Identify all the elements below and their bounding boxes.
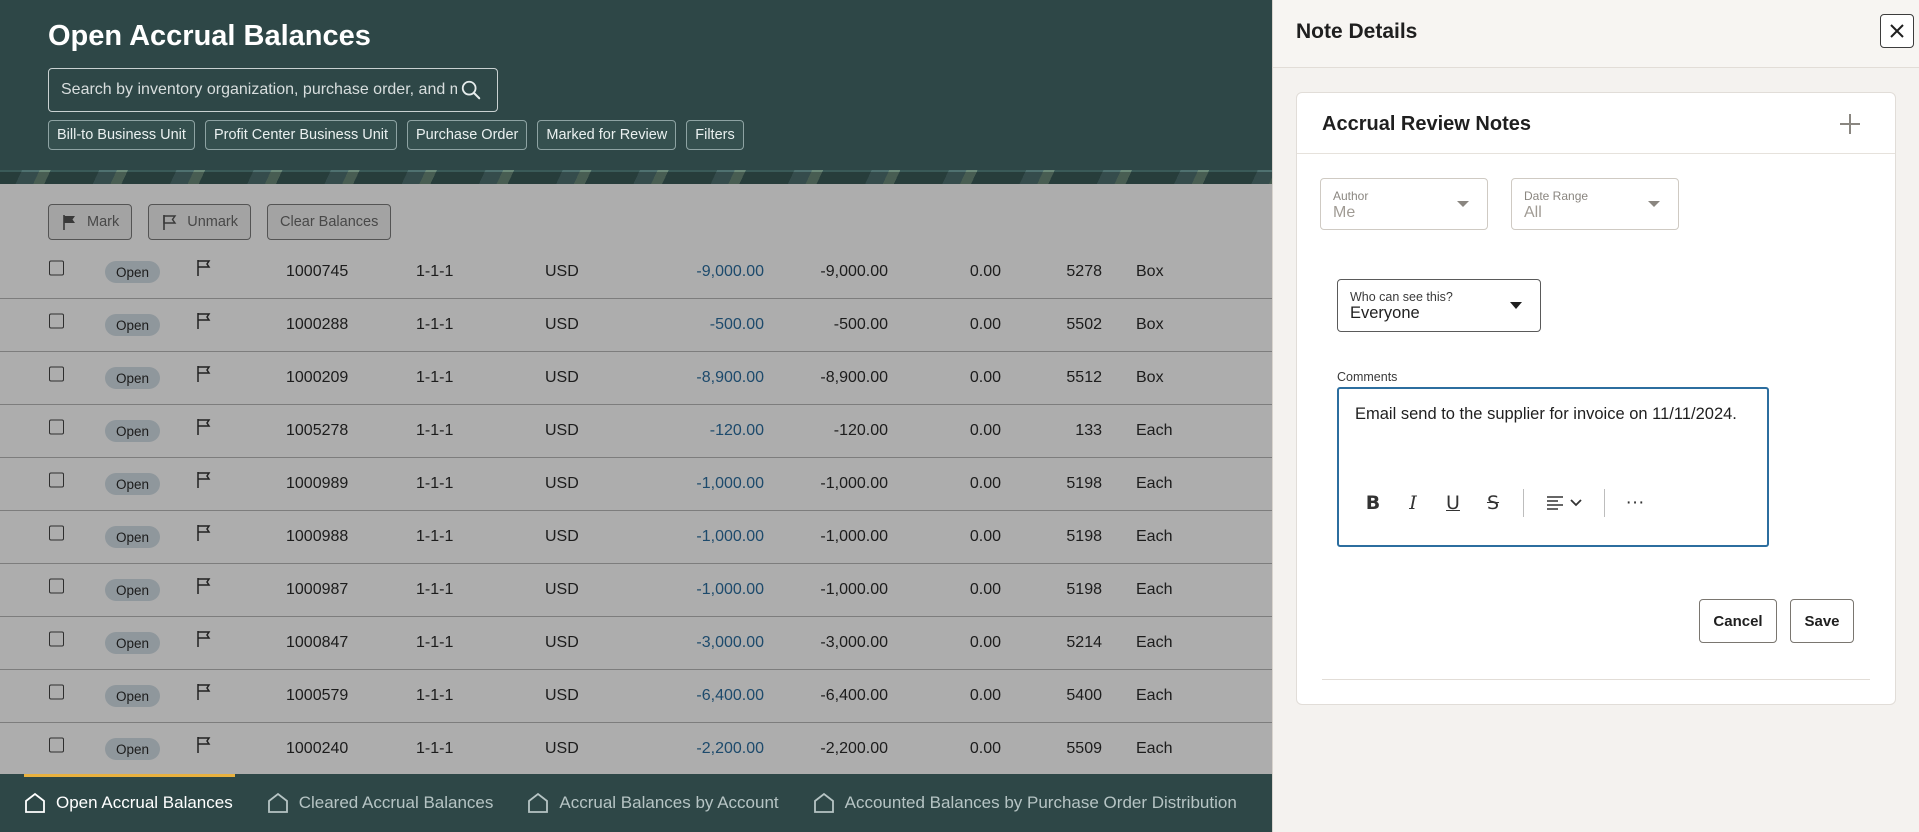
comments-editor[interactable]: Email send to the supplier for invoice o… xyxy=(1337,387,1769,547)
save-button[interactable]: Save xyxy=(1790,599,1854,643)
drawer-header: Note Details xyxy=(1273,0,1919,68)
page-header: Open Accrual Balances Bill-to Business U… xyxy=(0,0,1272,184)
date-range-value: All xyxy=(1524,204,1542,221)
chip-profit-center-business-unit[interactable]: Profit Center Business Unit xyxy=(204,120,398,150)
chevron-down-icon xyxy=(1457,201,1469,207)
date-range-select[interactable]: Date Range All xyxy=(1511,178,1679,230)
editor-toolbar: B I U S ··· xyxy=(1353,489,1655,517)
close-icon xyxy=(1890,24,1904,38)
bottom-nav: Open Accrual Balances Cleared Accrual Ba… xyxy=(0,774,1272,832)
align-left-icon xyxy=(1547,496,1563,510)
comment-text[interactable]: Email send to the supplier for invoice o… xyxy=(1355,405,1737,424)
page-title: Open Accrual Balances xyxy=(48,20,371,52)
modal-scrim xyxy=(0,172,1272,774)
divider xyxy=(1297,153,1895,154)
nav-cleared-accrual-balances[interactable]: Cleared Accrual Balances xyxy=(267,774,494,832)
add-note-button[interactable] xyxy=(1835,109,1865,139)
align-dropdown[interactable] xyxy=(1534,489,1594,517)
more-options-button[interactable]: ··· xyxy=(1615,489,1655,517)
drawer-title: Note Details xyxy=(1296,20,1418,43)
author-label: Author xyxy=(1333,189,1369,203)
italic-button[interactable]: I xyxy=(1393,489,1433,517)
visibility-select[interactable]: Who can see this? Everyone xyxy=(1337,279,1541,332)
chevron-down-icon xyxy=(1510,302,1522,309)
cancel-button[interactable]: Cancel xyxy=(1699,599,1777,643)
visibility-label: Who can see this? xyxy=(1350,290,1453,304)
search-icon[interactable] xyxy=(457,76,485,104)
plus-icon xyxy=(1840,114,1860,134)
nav-label: Open Accrual Balances xyxy=(56,793,233,812)
chip-bill-to-business-unit[interactable]: Bill-to Business Unit xyxy=(48,120,195,150)
nav-label: Accounted Balances by Purchase Order Dis… xyxy=(844,793,1237,812)
nav-label: Accrual Balances by Account xyxy=(559,793,779,812)
author-value: Me xyxy=(1333,204,1356,221)
chip-filters[interactable]: Filters xyxy=(686,120,744,150)
note-details-drawer: Note Details Accrual Review Notes Author… xyxy=(1272,0,1919,832)
nav-open-accrual-balances[interactable]: Open Accrual Balances xyxy=(24,774,235,832)
home-icon xyxy=(528,792,549,813)
chevron-down-icon xyxy=(1648,201,1660,207)
filter-chips: Bill-to Business Unit Profit Center Busi… xyxy=(48,120,744,150)
bold-button[interactable]: B xyxy=(1353,489,1393,517)
search-box[interactable] xyxy=(48,68,498,112)
toolbar-divider xyxy=(1523,489,1524,517)
accrual-review-notes-card: Accrual Review Notes Author Me Date Rang… xyxy=(1296,92,1896,705)
close-button[interactable] xyxy=(1880,14,1914,48)
underline-button[interactable]: U xyxy=(1433,489,1473,517)
home-icon xyxy=(813,792,834,813)
nav-accounted-balances-by-po-distribution[interactable]: Accounted Balances by Purchase Order Dis… xyxy=(813,774,1237,832)
home-icon xyxy=(267,792,288,813)
nav-accrual-balances-by-account[interactable]: Accrual Balances by Account xyxy=(527,774,779,832)
home-icon xyxy=(25,792,45,813)
visibility-value: Everyone xyxy=(1350,304,1420,322)
search-input[interactable] xyxy=(61,81,457,99)
chip-marked-for-review[interactable]: Marked for Review xyxy=(537,120,677,150)
card-title: Accrual Review Notes xyxy=(1322,113,1531,135)
date-range-label: Date Range xyxy=(1524,189,1589,203)
chevron-down-icon xyxy=(1570,499,1582,507)
comments-label: Comments xyxy=(1337,370,1398,384)
toolbar-divider xyxy=(1604,489,1605,517)
nav-label: Cleared Accrual Balances xyxy=(298,793,494,812)
app-window: Open Accrual Balances Bill-to Business U… xyxy=(0,0,1919,832)
strikethrough-button[interactable]: S xyxy=(1473,489,1513,517)
author-select[interactable]: Author Me xyxy=(1320,178,1488,230)
divider xyxy=(1322,679,1870,680)
chip-purchase-order[interactable]: Purchase Order xyxy=(407,120,528,150)
